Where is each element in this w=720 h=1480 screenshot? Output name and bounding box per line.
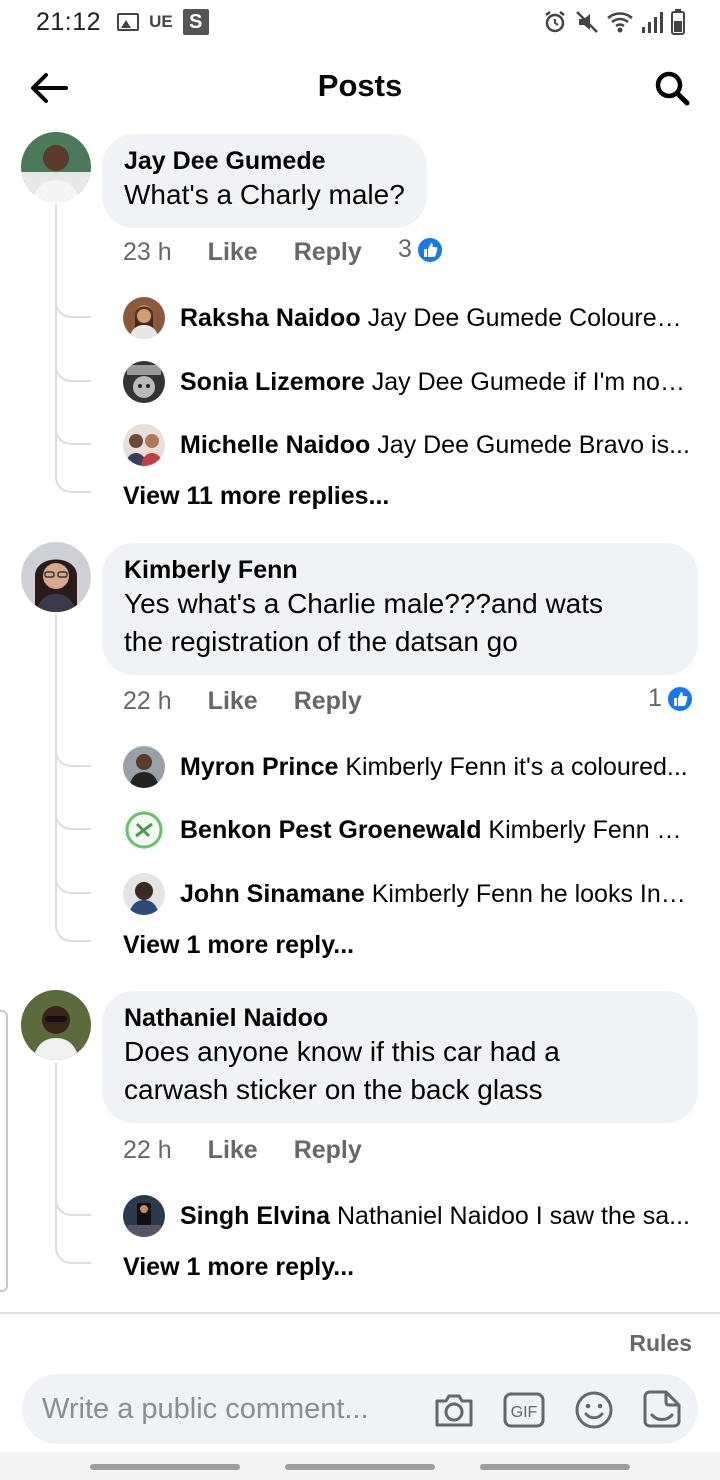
reply-text: Kimberly Fenn a ... [488, 816, 690, 844]
reply-author[interactable]: Benkon Pest Groenewald [180, 816, 481, 844]
view-more-replies-link[interactable]: View 1 more reply... [123, 1253, 354, 1282]
reply-text: Kimberly Fenn he looks Indi... [371, 880, 690, 908]
thread-line [55, 204, 57, 480]
thread-line [55, 1062, 57, 1252]
battery-icon [671, 9, 685, 35]
comment-time[interactable]: 22 h [123, 687, 172, 716]
reply-button[interactable]: Reply [294, 1136, 362, 1165]
comment-composer: GIF [22, 1374, 698, 1444]
alarm-icon [545, 11, 565, 33]
rules-link[interactable]: Rules [629, 1330, 692, 1357]
search-icon [655, 71, 690, 106]
reply-button[interactable]: Reply [294, 687, 362, 716]
nav-home[interactable] [285, 1464, 435, 1470]
reply-preview[interactable]: Benkon Pest Groenewald Kimberly Fenn a .… [180, 814, 690, 846]
top-app-bar: Posts [0, 50, 720, 126]
status-time: 21:12 [36, 7, 102, 36]
comment-actions: 23 h Like Reply [123, 238, 362, 267]
like-button[interactable]: Like [208, 238, 258, 267]
avatar[interactable] [123, 297, 165, 339]
system-nav-bar [0, 1452, 720, 1480]
page-title: Posts [317, 68, 403, 103]
avatar[interactable] [123, 873, 165, 915]
like-button[interactable]: Like [208, 687, 258, 716]
search-button[interactable] [652, 68, 692, 108]
avatar[interactable] [123, 1195, 165, 1237]
comment-text: the registration of the datsan go [124, 626, 518, 657]
carrier-label: UE [149, 12, 173, 31]
avatar[interactable] [21, 132, 91, 202]
avatar[interactable] [21, 990, 91, 1060]
avatar[interactable] [123, 746, 165, 788]
comment-text: Does anyone know if this car had a [124, 1036, 560, 1067]
comment-actions: 22 h Like Reply [123, 687, 362, 716]
reply-preview[interactable]: Myron Prince Kimberly Fenn it's a colour… [180, 751, 690, 783]
comment-text: Yes what's a Charlie male???and wats [124, 588, 604, 619]
avatar[interactable] [123, 424, 165, 466]
floating-tab-edge[interactable] [0, 1010, 8, 1292]
view-more-replies-link[interactable]: View 11 more replies... [123, 482, 389, 511]
view-more-replies-link[interactable]: View 1 more reply... [123, 931, 354, 960]
reply-text: Kimberly Fenn it's a coloured... [345, 753, 688, 781]
reply-button[interactable]: Reply [294, 238, 362, 267]
mute-icon [576, 11, 598, 33]
avatar[interactable] [123, 809, 165, 851]
reply-preview[interactable]: Singh Elvina Nathaniel Naidoo I saw the … [180, 1200, 690, 1232]
gallery-notification-icon [117, 13, 140, 31]
status-bar: 21:12 UE S [0, 0, 720, 44]
wifi-icon [607, 12, 633, 33]
reaction-number: 1 [648, 684, 662, 712]
comment-bubble[interactable]: Kimberly Fenn Yes what's a Charlie male?… [102, 543, 698, 675]
avatar[interactable] [123, 361, 165, 403]
nav-back[interactable] [480, 1464, 630, 1470]
comment-bubble[interactable]: Jay Dee Gumede What's a Charly male? [102, 134, 427, 228]
comment-actions: 22 h Like Reply [123, 1136, 362, 1165]
reply-text: Jay Dee Gumede if I'm not ... [371, 368, 690, 396]
reply-author[interactable]: Singh Elvina [180, 1202, 330, 1230]
nav-recents[interactable] [90, 1464, 240, 1470]
comment-author[interactable]: Jay Dee Gumede [124, 146, 405, 176]
sticker-icon[interactable] [640, 1388, 684, 1432]
reply-author[interactable]: Michelle Naidoo [180, 431, 370, 459]
reply-text: Jay Dee Gumede Coloured... [367, 304, 690, 332]
reply-preview[interactable]: Raksha Naidoo Jay Dee Gumede Coloured... [180, 302, 690, 334]
reply-author[interactable]: John Sinamane [180, 880, 365, 908]
thumbs-up-icon [665, 684, 694, 713]
app-notification-icon: S [182, 9, 209, 35]
reply-preview[interactable]: Sonia Lizemore Jay Dee Gumede if I'm not… [180, 366, 690, 398]
reply-author[interactable]: Sonia Lizemore [180, 368, 365, 396]
svg-text:GIF: GIF [511, 1404, 538, 1421]
like-button[interactable]: Like [208, 1136, 258, 1165]
thumbs-up-icon [415, 235, 444, 264]
comment-author[interactable]: Kimberly Fenn [124, 555, 676, 585]
reaction-count[interactable]: 3 [398, 235, 444, 264]
reply-preview[interactable]: Michelle Naidoo Jay Dee Gumede Bravo is.… [180, 429, 690, 461]
reaction-number: 3 [398, 235, 412, 263]
reaction-count[interactable]: 1 [648, 684, 694, 713]
reply-author[interactable]: Raksha Naidoo [180, 304, 361, 332]
reply-text: Nathaniel Naidoo I saw the sa... [336, 1202, 690, 1230]
emoji-icon[interactable] [572, 1388, 616, 1432]
avatar[interactable] [21, 542, 91, 612]
comment-author[interactable]: Nathaniel Naidoo [124, 1003, 676, 1033]
signal-icon [642, 12, 663, 33]
camera-icon[interactable] [432, 1388, 476, 1432]
comment-bubble[interactable]: Nathaniel Naidoo Does anyone know if thi… [102, 991, 698, 1123]
comment-time[interactable]: 22 h [123, 1136, 172, 1165]
comment-text: carwash sticker on the back glass [124, 1074, 543, 1105]
comment-time[interactable]: 23 h [123, 238, 172, 267]
reply-preview[interactable]: John Sinamane Kimberly Fenn he looks Ind… [180, 878, 690, 910]
reply-text: Jay Dee Gumede Bravo is... [377, 431, 690, 459]
reply-author[interactable]: Myron Prince [180, 753, 338, 781]
gif-icon[interactable]: GIF [502, 1388, 546, 1432]
comment-text: What's a Charly male? [124, 179, 405, 210]
divider [0, 1312, 720, 1314]
comment-input[interactable] [42, 1386, 422, 1432]
